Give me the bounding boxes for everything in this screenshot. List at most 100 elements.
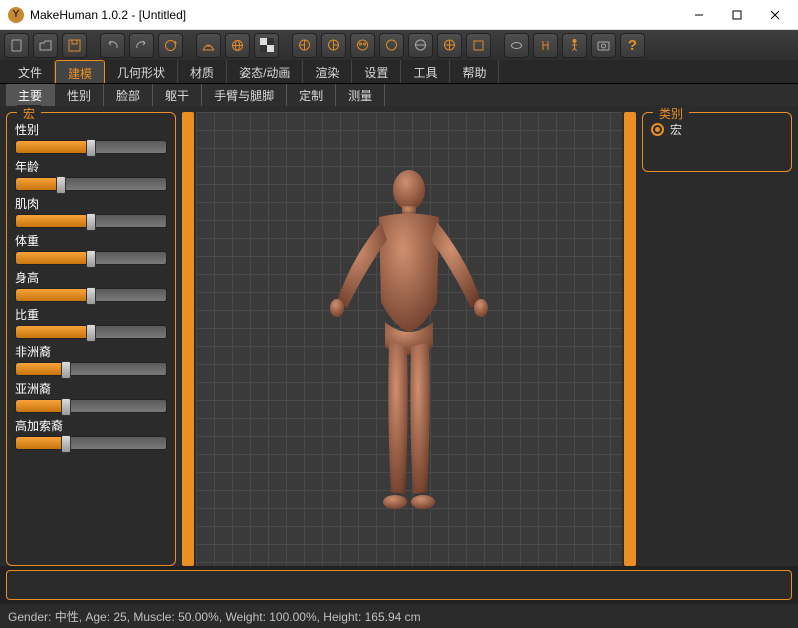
view-top-icon[interactable] <box>408 33 433 58</box>
reload-icon[interactable] <box>158 33 183 58</box>
app-root: ? 文件建模几何形状材质姿态/动画渲染设置工具帮助 主要性别脸部躯干手臂与腿脚定… <box>0 30 798 628</box>
viewport-3d[interactable] <box>196 112 622 566</box>
slider-fill <box>16 215 91 227</box>
new-icon[interactable] <box>4 33 29 58</box>
main-tab[interactable]: 文件 <box>6 60 55 83</box>
slider-track[interactable] <box>15 436 167 450</box>
slider-row: 非洲裔 <box>15 343 167 376</box>
view-ortho-icon[interactable] <box>466 33 491 58</box>
command-input[interactable] <box>6 570 792 600</box>
slider-row: 肌肉 <box>15 195 167 228</box>
slider-track[interactable] <box>15 399 167 413</box>
main-tab[interactable]: 几何形状 <box>105 60 178 83</box>
sub-tab[interactable]: 手臂与腿脚 <box>202 84 287 106</box>
checker-icon[interactable] <box>254 33 279 58</box>
slider-thumb[interactable] <box>86 139 96 157</box>
slider-track[interactable] <box>15 288 167 302</box>
main-tabs: 文件建模几何形状材质姿态/动画渲染设置工具帮助 <box>0 60 798 84</box>
slider-label: 身高 <box>15 271 39 285</box>
main-tab[interactable]: 设置 <box>352 60 401 83</box>
pose-icon[interactable] <box>533 33 558 58</box>
slider-thumb[interactable] <box>86 287 96 305</box>
slider-row: 比重 <box>15 306 167 339</box>
slider-track[interactable] <box>15 251 167 265</box>
slider-fill <box>16 400 66 412</box>
viewport-scrollbar-left[interactable] <box>182 112 194 566</box>
main-tab[interactable]: 姿态/动画 <box>227 60 303 83</box>
view-left-icon[interactable] <box>292 33 317 58</box>
slider-fill <box>16 289 91 301</box>
slider-track[interactable] <box>15 177 167 191</box>
view-right-icon[interactable] <box>321 33 346 58</box>
slider-label: 年龄 <box>15 160 39 174</box>
camera-icon[interactable] <box>591 33 616 58</box>
sub-tab[interactable]: 脸部 <box>104 84 153 106</box>
slider-fill <box>16 178 61 190</box>
human-figure <box>309 162 509 552</box>
main-toolbar: ? <box>0 30 798 60</box>
slider-thumb[interactable] <box>61 361 71 379</box>
slider-label: 比重 <box>15 308 39 322</box>
category-panel-title: 类别 <box>653 105 689 122</box>
slider-label: 高加索裔 <box>15 419 63 433</box>
slider-fill <box>16 326 91 338</box>
sub-tabs: 主要性别脸部躯干手臂与腿脚定制测量 <box>0 84 798 106</box>
slider-thumb[interactable] <box>86 250 96 268</box>
category-radio-macro[interactable]: 宏 <box>651 121 783 138</box>
radio-dot-icon <box>651 123 664 136</box>
slider-track[interactable] <box>15 362 167 376</box>
main-tab[interactable]: 工具 <box>401 60 450 83</box>
undo-icon[interactable] <box>100 33 125 58</box>
slider-label: 亚洲裔 <box>15 382 51 396</box>
slider-row: 身高 <box>15 269 167 302</box>
slider-row: 高加索裔 <box>15 417 167 450</box>
slider-fill <box>16 141 91 153</box>
slider-thumb[interactable] <box>61 435 71 453</box>
help-icon[interactable]: ? <box>620 33 645 58</box>
main-tab[interactable]: 帮助 <box>450 60 499 83</box>
slider-track[interactable] <box>15 325 167 339</box>
view-back-icon[interactable] <box>379 33 404 58</box>
radio-label: 宏 <box>670 121 682 138</box>
category-panel: 类别 宏 <box>642 112 792 172</box>
select-icon[interactable] <box>504 33 529 58</box>
slider-label: 非洲裔 <box>15 345 51 359</box>
view-persp-icon[interactable] <box>437 33 462 58</box>
open-icon[interactable] <box>33 33 58 58</box>
slider-fill <box>16 437 66 449</box>
macro-panel: 宏 性别年龄肌肉体重身高比重非洲裔亚洲裔高加索裔 <box>6 112 176 566</box>
window-titlebar: Y MakeHuman 1.0.2 - [Untitled] <box>0 0 798 30</box>
status-bar: Gender: 中性, Age: 25, Muscle: 50.00%, Wei… <box>0 604 798 628</box>
globe-icon[interactable] <box>225 33 250 58</box>
slider-row: 体重 <box>15 232 167 265</box>
slider-thumb[interactable] <box>86 213 96 231</box>
sub-tab[interactable]: 定制 <box>287 84 336 106</box>
macro-panel-title: 宏 <box>17 105 41 122</box>
slider-fill <box>16 363 66 375</box>
slider-thumb[interactable] <box>61 398 71 416</box>
wireframe-icon[interactable] <box>196 33 221 58</box>
main-area: 宏 性别年龄肌肉体重身高比重非洲裔亚洲裔高加索裔 <box>0 106 798 566</box>
figure-icon[interactable] <box>562 33 587 58</box>
main-tab[interactable]: 渲染 <box>303 60 352 83</box>
slider-label: 性别 <box>15 123 39 137</box>
window-title: MakeHuman 1.0.2 - [Untitled] <box>30 8 676 22</box>
main-tab[interactable]: 建模 <box>55 60 105 83</box>
save-icon[interactable] <box>62 33 87 58</box>
slider-track[interactable] <box>15 140 167 154</box>
slider-row: 性别 <box>15 121 167 154</box>
close-button[interactable] <box>752 0 798 30</box>
slider-row: 亚洲裔 <box>15 380 167 413</box>
sub-tab[interactable]: 躯干 <box>153 84 202 106</box>
slider-thumb[interactable] <box>86 324 96 342</box>
app-icon: Y <box>8 7 24 23</box>
redo-icon[interactable] <box>129 33 154 58</box>
slider-thumb[interactable] <box>56 176 66 194</box>
view-front-icon[interactable] <box>350 33 375 58</box>
viewport-scrollbar-right[interactable] <box>624 112 636 566</box>
sub-tab[interactable]: 性别 <box>55 84 104 106</box>
sub-tab[interactable]: 测量 <box>336 84 385 106</box>
sub-tab[interactable]: 主要 <box>6 84 55 106</box>
main-tab[interactable]: 材质 <box>178 60 227 83</box>
slider-track[interactable] <box>15 214 167 228</box>
